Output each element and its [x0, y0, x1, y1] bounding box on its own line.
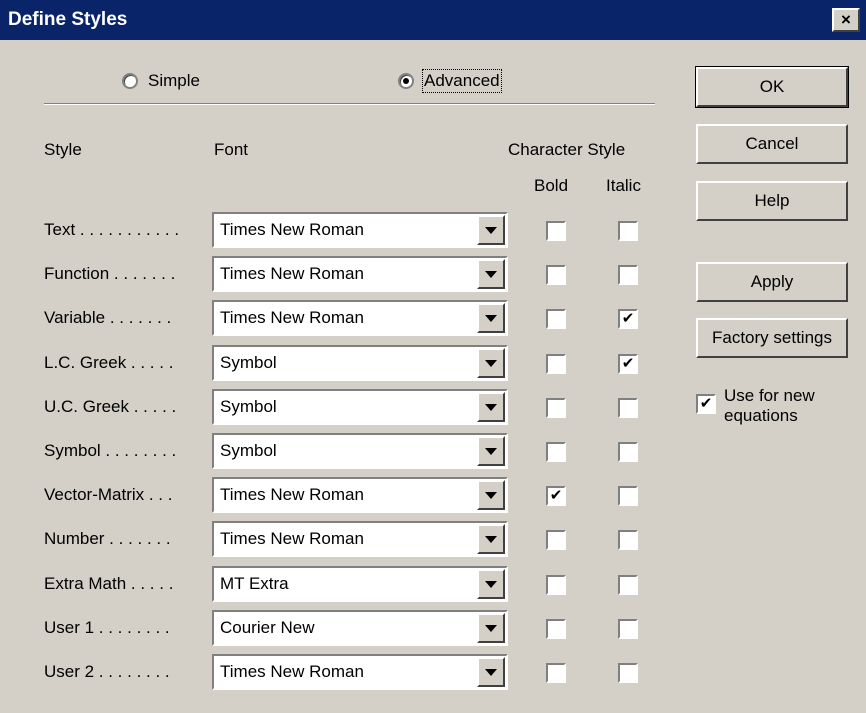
bold-checkbox[interactable]	[546, 353, 566, 374]
style-column-header: Style	[44, 140, 82, 159]
font-select[interactable]: Times New Roman	[212, 477, 508, 514]
advanced-radio[interactable]	[398, 73, 414, 89]
section-divider	[44, 103, 655, 105]
bold-checkbox[interactable]	[546, 309, 566, 330]
style-row: Function . . . . . . . Times New Roman	[0, 256, 700, 293]
italic-checkbox[interactable]	[618, 265, 638, 286]
style-row-label: Function . . . . . . .	[44, 264, 176, 284]
help-button[interactable]: Help	[696, 181, 848, 221]
font-select[interactable]: Times New Roman	[212, 300, 508, 337]
style-row: User 1 . . . . . . . . Courier New	[0, 609, 700, 646]
bold-checkbox[interactable]	[546, 265, 566, 286]
chevron-down-icon[interactable]	[477, 612, 505, 643]
style-row: U.C. Greek . . . . . Symbol	[0, 388, 700, 425]
window-title: Define Styles	[8, 9, 128, 30]
chevron-down-icon[interactable]	[477, 436, 505, 466]
italic-checkbox[interactable]	[618, 618, 638, 639]
style-row-label: U.C. Greek . . . . .	[44, 396, 177, 416]
bold-checkbox[interactable]	[546, 663, 566, 683]
font-select-value: Times New Roman	[220, 485, 364, 505]
style-row-label: Vector-Matrix . . .	[44, 485, 173, 505]
simple-radio-label[interactable]: Simple	[148, 71, 200, 91]
style-row-label: User 2 . . . . . . . .	[44, 662, 170, 681]
font-select-value: Symbol	[220, 396, 277, 416]
bold-column-header: Bold	[534, 176, 569, 195]
font-select-value: MT Extra	[220, 573, 289, 593]
style-row-label: L.C. Greek . . . . .	[44, 352, 174, 372]
style-row-label: Symbol . . . . . . . .	[44, 441, 177, 460]
italic-checkbox[interactable]	[618, 486, 638, 507]
apply-button[interactable]: Apply	[696, 262, 848, 302]
italic-checkbox[interactable]	[618, 574, 638, 595]
font-select-value: Times New Roman	[220, 308, 364, 328]
simple-radio[interactable]	[122, 73, 138, 89]
bold-checkbox[interactable]	[546, 221, 566, 241]
title-bar: Define Styles ×	[0, 0, 866, 40]
font-select[interactable]: Times New Roman	[212, 654, 508, 690]
chevron-down-icon[interactable]	[477, 524, 505, 555]
font-select-value: Times New Roman	[220, 662, 364, 681]
chevron-down-icon[interactable]	[477, 568, 505, 599]
chevron-down-icon[interactable]	[477, 657, 505, 687]
style-row: User 2 . . . . . . . . Times New Roman	[0, 654, 700, 690]
style-row: Text . . . . . . . . . . . Times New Roma…	[0, 212, 700, 248]
factory-settings-button[interactable]: Factory settings	[696, 318, 848, 358]
chevron-down-icon[interactable]	[477, 215, 505, 245]
style-row: Number . . . . . . . Times New Roman	[0, 521, 700, 558]
font-select[interactable]: Times New Roman	[212, 521, 508, 558]
ok-button[interactable]: OK	[695, 66, 849, 108]
style-row-label: User 1 . . . . . . . .	[44, 617, 170, 637]
style-row-label: Variable . . . . . . .	[44, 308, 172, 328]
font-select[interactable]: Times New Roman	[212, 256, 508, 293]
cancel-button[interactable]: Cancel	[696, 124, 848, 164]
font-select[interactable]: Courier New	[212, 609, 508, 646]
close-button[interactable]: ×	[832, 8, 860, 32]
font-select[interactable]: Symbol	[212, 344, 508, 381]
italic-column-header: Italic	[606, 176, 641, 195]
chevron-down-icon[interactable]	[477, 259, 505, 290]
bold-checkbox[interactable]: ✔	[546, 486, 566, 507]
italic-checkbox[interactable]: ✔	[618, 353, 638, 374]
font-select[interactable]: Symbol	[212, 433, 508, 469]
advanced-radio-option[interactable]: Advanced	[398, 69, 502, 93]
italic-checkbox[interactable]	[618, 530, 638, 551]
italic-checkbox[interactable]: ✔	[618, 309, 638, 330]
italic-checkbox[interactable]	[618, 663, 638, 683]
italic-checkbox[interactable]	[618, 397, 638, 418]
font-select-value: Symbol	[220, 352, 277, 372]
font-select-value: Times New Roman	[220, 220, 364, 239]
font-select[interactable]: Times New Roman	[212, 212, 508, 248]
style-row: Variable . . . . . . . Times New Roman ✔	[0, 300, 700, 337]
style-row: Extra Math . . . . . MT Extra	[0, 565, 700, 602]
style-row: Symbol . . . . . . . . Symbol	[0, 433, 700, 469]
font-select[interactable]: MT Extra	[212, 565, 508, 602]
bold-checkbox[interactable]	[546, 574, 566, 595]
bold-checkbox[interactable]	[546, 442, 566, 462]
bold-checkbox[interactable]	[546, 618, 566, 639]
style-row-label: Number . . . . . . .	[44, 529, 171, 549]
use-for-new-equations-checkbox[interactable]: ✔	[696, 394, 716, 414]
chevron-down-icon[interactable]	[477, 391, 505, 422]
font-select-value: Times New Roman	[220, 264, 364, 284]
chevron-down-icon[interactable]	[477, 303, 505, 334]
chevron-down-icon[interactable]	[477, 480, 505, 511]
italic-checkbox[interactable]	[618, 221, 638, 241]
use-for-new-equations-label[interactable]: Use for new equations	[724, 386, 860, 426]
advanced-radio-label[interactable]: Advanced	[422, 69, 502, 93]
style-row: Vector-Matrix . . . Times New Roman ✔	[0, 477, 700, 514]
font-select[interactable]: Symbol	[212, 388, 508, 425]
font-select-value: Courier New	[220, 617, 315, 637]
bold-checkbox[interactable]	[546, 530, 566, 551]
style-row-label: Extra Math . . . . .	[44, 573, 174, 593]
simple-radio-option[interactable]: Simple	[122, 71, 200, 91]
style-row: L.C. Greek . . . . . Symbol ✔	[0, 344, 700, 381]
character-style-header: Character Style	[508, 140, 626, 159]
bold-checkbox[interactable]	[546, 397, 566, 418]
font-column-header: Font	[214, 140, 249, 159]
style-row-label: Text . . . . . . . . . . .	[44, 220, 180, 239]
chevron-down-icon[interactable]	[477, 347, 505, 378]
italic-checkbox[interactable]	[618, 442, 638, 462]
font-select-value: Symbol	[220, 441, 277, 460]
font-select-value: Times New Roman	[220, 529, 364, 549]
